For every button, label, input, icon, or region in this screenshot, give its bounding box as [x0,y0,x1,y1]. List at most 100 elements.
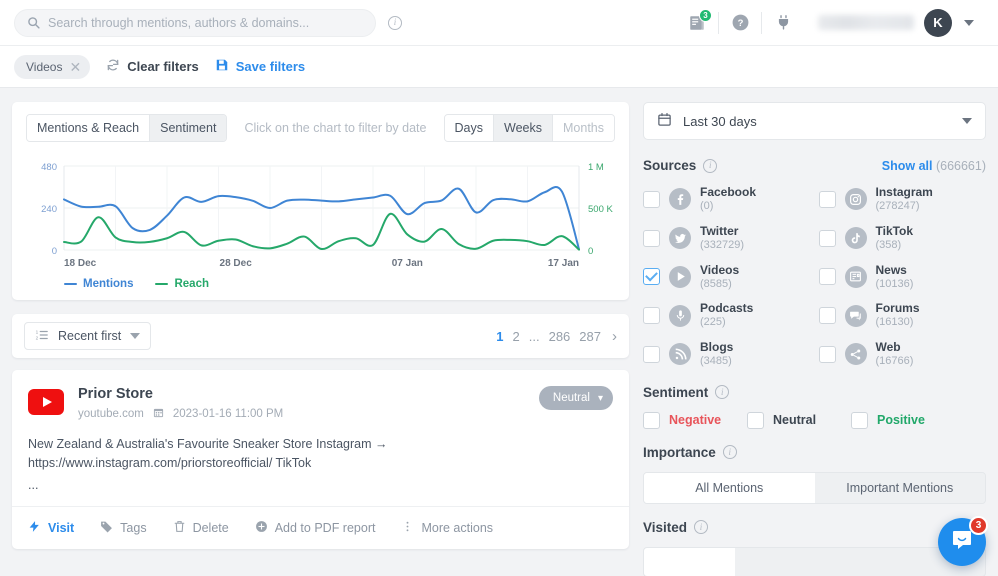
importance-title: Importance [643,445,716,460]
lightning-bolt-icon [28,520,41,536]
source-name: TikTok [876,224,914,239]
save-filters-button[interactable]: Save filters [215,58,305,75]
sentiment-badge[interactable]: Neutral ▾ [539,386,613,410]
more-actions-button[interactable]: More actions [401,520,493,536]
source-name: Web [876,340,914,355]
sentiment-badge-label: Neutral [553,392,590,404]
sentiment-checkbox-positive[interactable] [851,412,868,429]
chevron-down-icon[interactable] [964,20,974,26]
active-filter-chip-videos[interactable]: Videos ✕ [14,55,90,79]
chart-tab-group: Mentions & Reach Sentiment [26,114,227,142]
reports-button[interactable]: 3 [676,0,718,46]
source-name: Podcasts [700,301,753,316]
sentiment-option-neutral[interactable]: Neutral [747,412,851,429]
chart-card: Mentions & Reach Sentiment Click on the … [12,102,629,300]
source-count: (332729) [700,239,744,253]
tab-sentiment[interactable]: Sentiment [150,115,226,141]
search-info-icon[interactable]: i [388,16,402,30]
search-input[interactable] [48,16,363,30]
source-count: (358) [876,239,914,253]
info-icon[interactable]: i [703,159,717,173]
svg-text:?: ? [737,18,743,29]
source-item-instagram[interactable]: Instagram(278247) [819,185,987,214]
source-checkbox-videos[interactable] [643,268,660,285]
filter-bar: Videos ✕ Clear filters Save filters [0,46,998,88]
page-287[interactable]: 287 [579,329,601,344]
chat-widget-button[interactable]: 3 [938,518,986,566]
granularity-weeks[interactable]: Weeks [494,115,553,141]
chevron-down-icon: ▾ [598,393,603,404]
source-checkbox-tiktok[interactable] [819,230,836,247]
date-range-picker[interactable]: Last 30 days [643,102,986,140]
more-actions-label: More actions [421,521,493,535]
mention-header: Prior Store youtube.com [12,370,629,421]
add-to-pdf-report-button[interactable]: Add to PDF report [255,520,376,536]
mention-date: 2023-01-16 11:00 PM [173,408,283,420]
source-item-web[interactable]: Web(16766) [819,340,987,369]
right-sidebar: Last 30 days Sources i Show all (666661)… [643,102,986,576]
tab-mentions-and-reach[interactable]: Mentions & Reach [27,115,150,141]
page-1[interactable]: 1 [496,329,503,344]
sources-grid: Facebook(0) Instagram(278247) Twitter(3327… [643,185,986,369]
sentiment-checkbox-negative[interactable] [643,412,660,429]
importance-section: Importance i All Mentions Important Ment… [643,445,986,504]
source-checkbox-forums[interactable] [819,307,836,324]
source-item-twitter[interactable]: Twitter(332729) [643,224,811,253]
sentiment-checkbox-neutral[interactable] [747,412,764,429]
chevron-right-icon[interactable]: › [610,328,617,345]
source-item-forums[interactable]: Forums(16130) [819,301,987,330]
source-checkbox-web[interactable] [819,346,836,363]
visit-button[interactable]: Visit [28,520,74,536]
sentiment-option-positive[interactable]: Positive [851,412,955,429]
source-item-facebook[interactable]: Facebook(0) [643,185,811,214]
source-item-podcasts[interactable]: Podcasts(225) [643,301,811,330]
info-icon[interactable]: i [715,385,729,399]
help-button[interactable]: ? [719,0,761,46]
mention-body-ellipsis: ... [12,478,629,506]
importance-all-mentions[interactable]: All Mentions [644,473,815,503]
source-checkbox-news[interactable] [819,268,836,285]
calendar-icon [153,407,164,421]
visited-section: Visited i [643,520,986,576]
visited-option-left[interactable] [643,547,735,576]
svg-text:480: 480 [41,162,57,173]
close-icon[interactable]: ✕ [69,60,81,74]
source-checkbox-facebook[interactable] [643,191,660,208]
tags-button[interactable]: Tags [100,520,146,536]
mention-actions: Visit Tags Delete [12,506,629,549]
source-item-blogs[interactable]: Blogs(3485) [643,340,811,369]
source-checkbox-twitter[interactable] [643,230,660,247]
floppy-disk-icon [215,58,229,75]
info-icon[interactable]: i [723,445,737,459]
chart-svg[interactable]: 02404800500 K1 M18 Dec28 Dec07 Jan17 Jan [26,158,615,276]
sentiment-option-negative[interactable]: Negative [643,412,747,429]
integrations-button[interactable] [762,0,804,46]
source-checkbox-podcasts[interactable] [643,307,660,324]
importance-important-mentions[interactable]: Important Mentions [815,473,986,503]
svg-text:28 Dec: 28 Dec [220,258,253,269]
source-checkbox-blogs[interactable] [643,346,660,363]
source-item-tiktok[interactable]: TikTok(358) [819,224,987,253]
delete-button[interactable]: Delete [173,520,229,536]
source-item-news[interactable]: News(10136) [819,263,987,292]
mention-domain[interactable]: youtube.com [78,408,144,420]
granularity-months[interactable]: Months [553,115,614,141]
granularity-days[interactable]: Days [445,115,494,141]
source-name: News [876,263,914,278]
chart-plot[interactable]: 02404800500 K1 M18 Dec28 Dec07 Jan17 Jan [26,158,615,268]
source-item-videos[interactable]: Videos(8585) [643,263,811,292]
video-play-icon [669,266,691,288]
chevron-down-icon [130,333,140,339]
mention-title[interactable]: Prior Store [78,386,539,402]
page-2[interactable]: 2 [513,329,520,344]
importance-header: Importance i [643,445,986,460]
sources-title: Sources [643,158,696,173]
clear-filters-button[interactable]: Clear filters [106,58,199,75]
avatar[interactable]: K [924,9,952,37]
source-checkbox-instagram[interactable] [819,191,836,208]
info-icon[interactable]: i [694,520,708,534]
page-286[interactable]: 286 [549,329,571,344]
sort-dropdown[interactable]: 1 2 Recent first [24,322,151,350]
search-box[interactable] [14,9,376,37]
show-all-sources-link[interactable]: Show all (666661) [882,159,986,173]
